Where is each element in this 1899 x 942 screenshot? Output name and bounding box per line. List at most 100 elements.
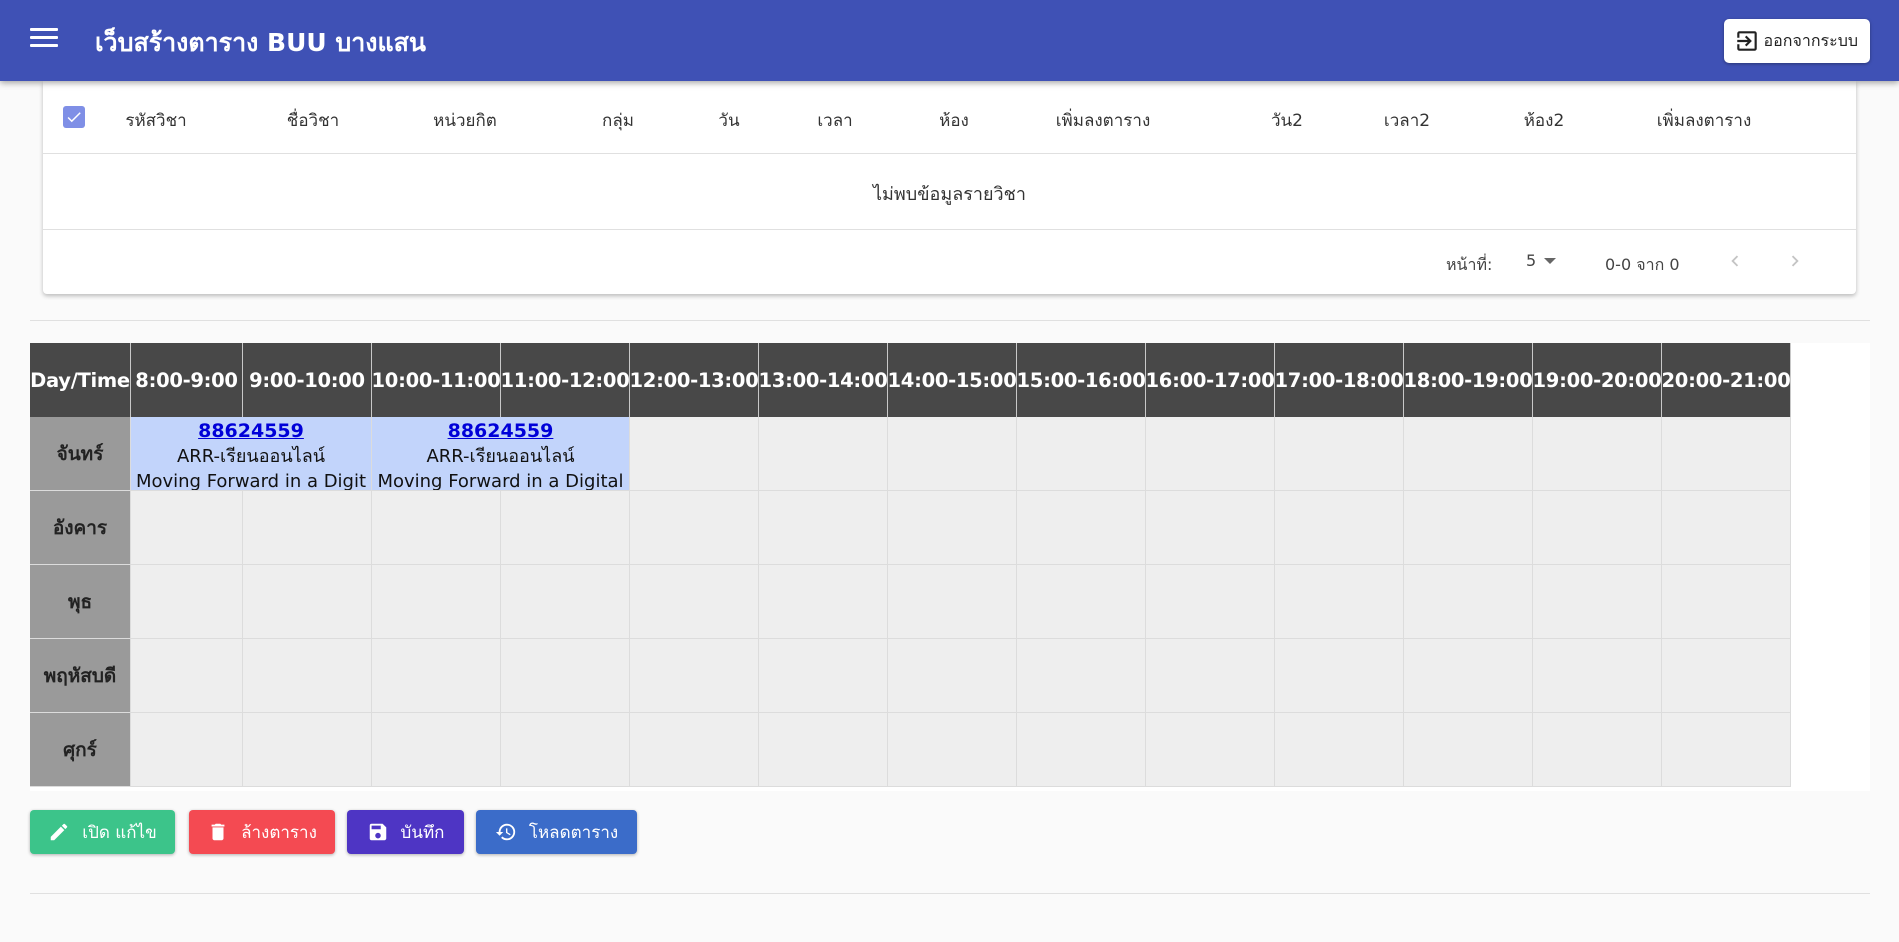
- col-header-group[interactable]: กลุ่ม: [602, 107, 634, 134]
- timetable-cell[interactable]: [1404, 565, 1533, 639]
- timetable-cell[interactable]: [131, 491, 243, 565]
- timetable-cell[interactable]: [630, 639, 759, 713]
- timetable-cell[interactable]: [888, 713, 1017, 787]
- course-block[interactable]: 88624559 ARR-เรียนออนไลน์ Moving Forward i…: [372, 417, 630, 491]
- timetable-cell[interactable]: [1146, 565, 1275, 639]
- timetable-cell[interactable]: [243, 565, 372, 639]
- timetable-cell[interactable]: [1533, 713, 1662, 787]
- timetable-cell[interactable]: [1533, 639, 1662, 713]
- history-icon: [495, 823, 515, 841]
- timetable-cell[interactable]: [1662, 713, 1791, 787]
- timetable-cell[interactable]: [759, 491, 888, 565]
- timetable-cell[interactable]: [1404, 639, 1533, 713]
- timetable-cell[interactable]: [1662, 417, 1791, 491]
- col-header-course-name[interactable]: ชื่อวิชา: [287, 107, 339, 134]
- menu-icon[interactable]: [30, 28, 58, 50]
- timetable-cell[interactable]: [1146, 713, 1275, 787]
- timetable-cell[interactable]: [630, 713, 759, 787]
- course-code-link[interactable]: 88624559: [198, 420, 304, 442]
- timetable-cell[interactable]: [1662, 639, 1791, 713]
- logout-button[interactable]: ออกจากระบบ: [1723, 19, 1870, 63]
- timetable-cell[interactable]: [131, 639, 243, 713]
- timetable-cell[interactable]: [759, 639, 888, 713]
- time-slot-header: 9:00-10:00: [243, 343, 372, 417]
- timetable-cell[interactable]: [1275, 713, 1404, 787]
- timetable-cell[interactable]: [1533, 491, 1662, 565]
- time-slot-header: 8:00-9:00: [131, 343, 243, 417]
- timetable-cell[interactable]: [372, 565, 501, 639]
- day-label: ศุกร์: [30, 713, 131, 787]
- course-block[interactable]: 88624559 ARR-เรียนออนไลน์ Moving Forward i…: [131, 417, 372, 491]
- timetable-cell[interactable]: [1146, 417, 1275, 491]
- timetable-cell[interactable]: [501, 565, 630, 639]
- course-code-link[interactable]: 88624559: [448, 420, 554, 442]
- timetable-cell[interactable]: [131, 713, 243, 787]
- rows-per-page-select[interactable]: 5: [1526, 251, 1557, 270]
- timetable-cell[interactable]: [759, 565, 888, 639]
- timetable-cell[interactable]: [501, 639, 630, 713]
- select-all-checkbox[interactable]: [63, 106, 85, 128]
- pagination-bar: หน้าที่: 5 0-0 จาก 0: [43, 230, 1856, 294]
- timetable-cell[interactable]: [1533, 565, 1662, 639]
- divider: [30, 320, 1870, 321]
- timetable-cell[interactable]: [1146, 639, 1275, 713]
- edit-button[interactable]: เปิด แก้ไข: [30, 810, 175, 854]
- timetable-cell[interactable]: [1275, 639, 1404, 713]
- timetable-cell[interactable]: [1017, 491, 1146, 565]
- load-timetable-button[interactable]: โหลดตาราง: [476, 810, 637, 854]
- timetable-cell[interactable]: [501, 491, 630, 565]
- timetable-cell[interactable]: [243, 639, 372, 713]
- timetable-cell[interactable]: [1662, 491, 1791, 565]
- timetable-cell[interactable]: [372, 713, 501, 787]
- timetable-cell[interactable]: [372, 491, 501, 565]
- previous-page-icon[interactable]: [1724, 250, 1746, 272]
- timetable-cell[interactable]: [630, 491, 759, 565]
- next-page-icon[interactable]: [1784, 250, 1806, 272]
- timetable-cell[interactable]: [1662, 565, 1791, 639]
- col-header-room2[interactable]: ห้อง2: [1524, 107, 1565, 134]
- timetable-cell[interactable]: [1404, 417, 1533, 491]
- timetable-cell[interactable]: [630, 565, 759, 639]
- timetable-cell[interactable]: [888, 639, 1017, 713]
- col-header-add-to-timetable-2[interactable]: เพิ่มลงตาราง: [1657, 107, 1752, 134]
- col-header-room[interactable]: ห้อง: [939, 107, 969, 134]
- course-table-card: รหัสวิชา ชื่อวิชา หน่วยกิต กลุ่ม วัน เวล…: [43, 81, 1856, 294]
- timetable-cell[interactable]: [1146, 491, 1275, 565]
- time-slot-header: 20:00-21:00: [1662, 343, 1791, 417]
- timetable-cell[interactable]: [759, 713, 888, 787]
- timetable-cell[interactable]: [1017, 639, 1146, 713]
- timetable-cell[interactable]: [131, 565, 243, 639]
- col-header-time[interactable]: เวลา: [817, 107, 852, 134]
- timetable-cell[interactable]: [759, 417, 888, 491]
- col-header-course-code[interactable]: รหัสวิชา: [125, 107, 186, 134]
- timetable-cell[interactable]: [372, 639, 501, 713]
- timetable-cell[interactable]: [1275, 565, 1404, 639]
- timetable-cell[interactable]: [1017, 713, 1146, 787]
- save-button[interactable]: บันทึก: [347, 810, 464, 854]
- timetable-cell[interactable]: [888, 491, 1017, 565]
- timetable-cell[interactable]: [1275, 417, 1404, 491]
- day-label: พฤหัสบดี: [30, 639, 131, 713]
- timetable-cell[interactable]: [1275, 491, 1404, 565]
- col-header-day2[interactable]: วัน2: [1271, 107, 1303, 134]
- timetable-cell[interactable]: [243, 491, 372, 565]
- clear-timetable-button[interactable]: ล้างตาราง: [189, 810, 335, 854]
- time-slot-header: 15:00-16:00: [1017, 343, 1146, 417]
- course-room: ARR-เรียนออนไลน์: [176, 446, 326, 467]
- timetable-cell[interactable]: [630, 417, 759, 491]
- header-corner: Day/Time: [30, 343, 131, 417]
- col-header-day[interactable]: วัน: [718, 107, 739, 134]
- timetable-cell[interactable]: [888, 417, 1017, 491]
- timetable-cell[interactable]: [888, 565, 1017, 639]
- col-header-credits[interactable]: หน่วยกิต: [433, 107, 497, 134]
- col-header-add-to-timetable[interactable]: เพิ่มลงตาราง: [1056, 107, 1151, 134]
- timetable-cell[interactable]: [1533, 417, 1662, 491]
- timetable-cell[interactable]: [1017, 565, 1146, 639]
- timetable-cell[interactable]: [501, 713, 630, 787]
- timetable-cell[interactable]: [1017, 417, 1146, 491]
- col-header-time2[interactable]: เวลา2: [1384, 107, 1430, 134]
- timetable-cell[interactable]: [1404, 491, 1533, 565]
- timetable-cell[interactable]: [243, 713, 372, 787]
- dropdown-arrow-icon: [1544, 257, 1557, 264]
- timetable-cell[interactable]: [1404, 713, 1533, 787]
